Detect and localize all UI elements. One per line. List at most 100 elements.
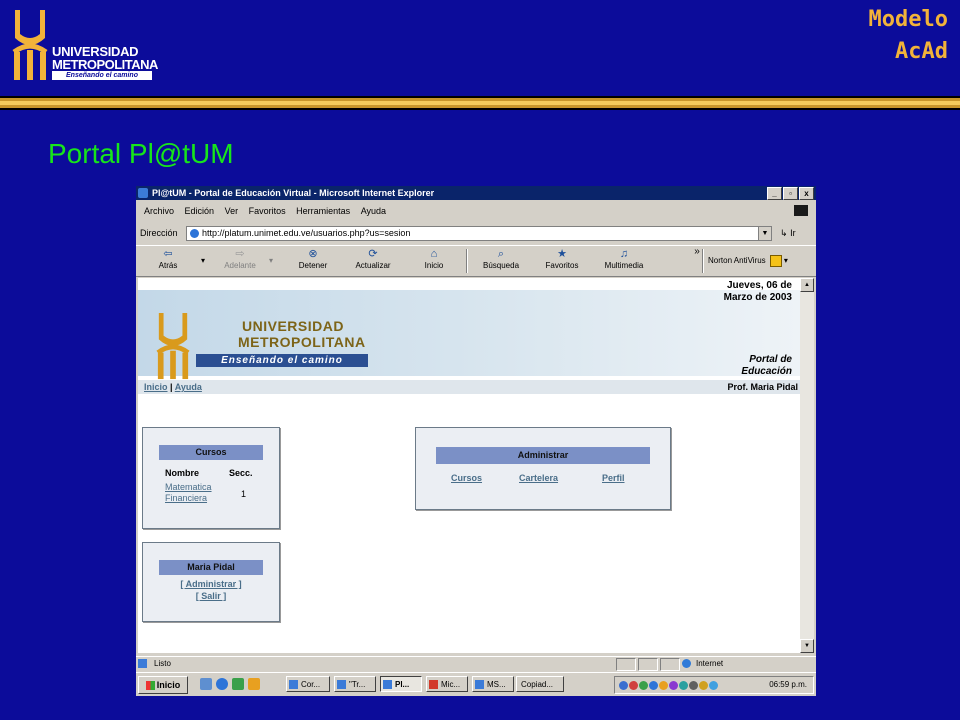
salir-link[interactable]: [ Salir ] — [143, 591, 279, 601]
scroll-down-icon[interactable]: ▼ — [800, 639, 814, 653]
scroll-up-icon[interactable]: ▲ — [800, 278, 814, 292]
brand-line2: AcAd — [895, 39, 948, 64]
task-label: Cor... — [301, 680, 321, 689]
page-banner: UNIVERSIDAD METROPOLITANA Enseñando el c… — [138, 290, 800, 380]
courses-panel-title: Cursos — [159, 445, 263, 460]
tray-icons — [619, 680, 719, 696]
professor-name: Prof. Maria Pidal — [727, 382, 798, 392]
tray-icon[interactable] — [639, 681, 648, 690]
page-nav: Inicio | Ayuda Prof. Maria Pidal — [138, 380, 800, 394]
admin-panel-title: Administrar — [436, 447, 650, 464]
toolbar-separator — [466, 249, 468, 273]
tray-icon[interactable] — [619, 681, 628, 690]
media-label: Multimedia — [604, 261, 644, 270]
forward-button[interactable]: ⇨ Adelante — [216, 248, 264, 270]
status-cell — [638, 658, 658, 671]
go-button[interactable]: ↳ Ir — [780, 223, 796, 243]
course-link[interactable]: Matematica Financiera — [165, 482, 212, 504]
user-panel: Maria Pidal [ Administrar ] [ Salir ] — [142, 542, 280, 622]
task-ms[interactable]: MS... — [472, 676, 514, 692]
menu-edicion[interactable]: Edición — [185, 206, 215, 216]
menu-ver[interactable]: Ver — [225, 206, 239, 216]
back-button[interactable]: ⇦ Atrás — [152, 248, 184, 270]
vertical-scrollbar[interactable]: ▲ ▼ — [800, 278, 814, 653]
address-url: http://platum.unimet.edu.ve/usuarios.php… — [202, 228, 411, 238]
nav-home-link[interactable]: Inicio — [144, 382, 168, 392]
menu-herramientas[interactable]: Herramientas — [296, 206, 350, 216]
admin-cartelera-link[interactable]: Cartelera — [519, 473, 558, 483]
tray-icon[interactable] — [649, 681, 658, 690]
norton-label: Norton AntiVirus — [708, 256, 766, 266]
zone-text: Internet — [696, 659, 724, 668]
task-icon — [337, 680, 346, 689]
quicklaunch-app-icon[interactable] — [232, 678, 244, 690]
task-cor[interactable]: Cor... — [286, 676, 330, 692]
tray-icon[interactable] — [699, 681, 708, 690]
refresh-icon: ⟳ — [368, 248, 378, 260]
back-dropdown-icon[interactable]: ▾ — [198, 256, 208, 265]
status-bar: Listo Internet — [136, 656, 816, 671]
minimize-button[interactable]: _ — [767, 187, 782, 200]
windows-logo-icon — [794, 205, 808, 216]
search-button[interactable]: ⌕ Búsqueda — [476, 248, 526, 270]
search-icon: ⌕ — [497, 248, 505, 260]
tray-icon[interactable] — [659, 681, 668, 690]
admin-perfil-link[interactable]: Perfil — [602, 473, 625, 483]
col-section-header: Secc. — [229, 468, 253, 478]
restore-button[interactable]: ▫ — [783, 187, 798, 200]
menu-archivo[interactable]: Archivo — [144, 206, 174, 216]
tray-icon[interactable] — [679, 681, 688, 690]
refresh-button[interactable]: ⟳ Actualizar — [348, 248, 398, 270]
home-icon: ⌂ — [430, 248, 438, 260]
go-arrow-icon: ↳ — [780, 228, 788, 238]
task-platum-active[interactable]: Pl... — [380, 676, 422, 692]
media-button[interactable]: ♫ Multimedia — [598, 248, 650, 270]
norton-antivirus-button[interactable]: Norton AntiVirus ▾ — [708, 255, 788, 267]
system-tray: 06:59 p.m. — [614, 676, 814, 694]
tray-icon[interactable] — [689, 681, 698, 690]
tray-icon[interactable] — [709, 681, 718, 690]
portal-line1: Portal de — [749, 354, 792, 365]
slide-title: Portal Pl@tUM — [48, 138, 234, 169]
administrar-link[interactable]: [ Administrar ] — [143, 579, 279, 589]
tray-icon[interactable] — [629, 681, 638, 690]
stop-button[interactable]: ⊗ Detener — [292, 248, 334, 270]
task-mic[interactable]: Mic... — [426, 676, 468, 692]
stop-icon: ⊗ — [308, 248, 318, 260]
quicklaunch-ie-icon[interactable] — [216, 678, 228, 690]
address-dropdown-icon[interactable]: ▼ — [758, 227, 771, 240]
forward-arrow-icon: ⇨ — [235, 248, 245, 260]
menu-favoritos[interactable]: Favoritos — [249, 206, 286, 216]
browser-titlebar[interactable]: Pl@tUM - Portal de Educación Virtual - M… — [136, 186, 816, 200]
quicklaunch-desktop-icon[interactable] — [200, 678, 212, 690]
task-copiado[interactable]: Copiad... — [516, 676, 564, 692]
admin-cursos-link[interactable]: Cursos — [451, 473, 482, 483]
address-input[interactable]: http://platum.unimet.edu.ve/usuarios.php… — [186, 226, 772, 241]
menu-ayuda[interactable]: Ayuda — [361, 206, 386, 216]
university-u-mark-icon — [12, 10, 48, 80]
col-name-header: Nombre — [165, 468, 200, 478]
home-button[interactable]: ⌂ Inicio — [418, 248, 450, 270]
toolbar-overflow-icon[interactable]: » — [692, 246, 702, 257]
quicklaunch-media-icon[interactable] — [248, 678, 260, 690]
address-bar: Dirección http://platum.unimet.edu.ve/us… — [136, 223, 816, 243]
logo-line2: METROPOLITANA — [52, 57, 158, 72]
brand-line1: Modelo — [868, 7, 948, 32]
task-tr[interactable]: "Tr... — [334, 676, 376, 692]
nav-help-link[interactable]: Ayuda — [175, 382, 202, 392]
status-cell — [616, 658, 636, 671]
task-label: Mic... — [441, 680, 461, 689]
refresh-label: Actualizar — [355, 261, 391, 270]
favorites-button[interactable]: ★ Favoritos — [538, 248, 586, 270]
page-viewport: UNIVERSIDAD METROPOLITANA Enseñando el c… — [138, 278, 800, 653]
admin-panel: Administrar Cursos Cartelera Perfil — [415, 427, 671, 510]
tray-icon[interactable] — [669, 681, 678, 690]
forward-dropdown-icon[interactable]: ▾ — [266, 256, 276, 265]
portal-line2: Educación — [741, 366, 792, 377]
browser-window: Pl@tUM - Portal de Educación Virtual - M… — [136, 186, 816, 696]
home-label: Inicio — [424, 261, 444, 270]
norton-dropdown-icon[interactable]: ▾ — [784, 256, 788, 265]
close-button[interactable]: x — [799, 187, 814, 200]
windows-flag-icon — [145, 681, 155, 691]
start-button[interactable]: Inicio — [138, 676, 188, 694]
